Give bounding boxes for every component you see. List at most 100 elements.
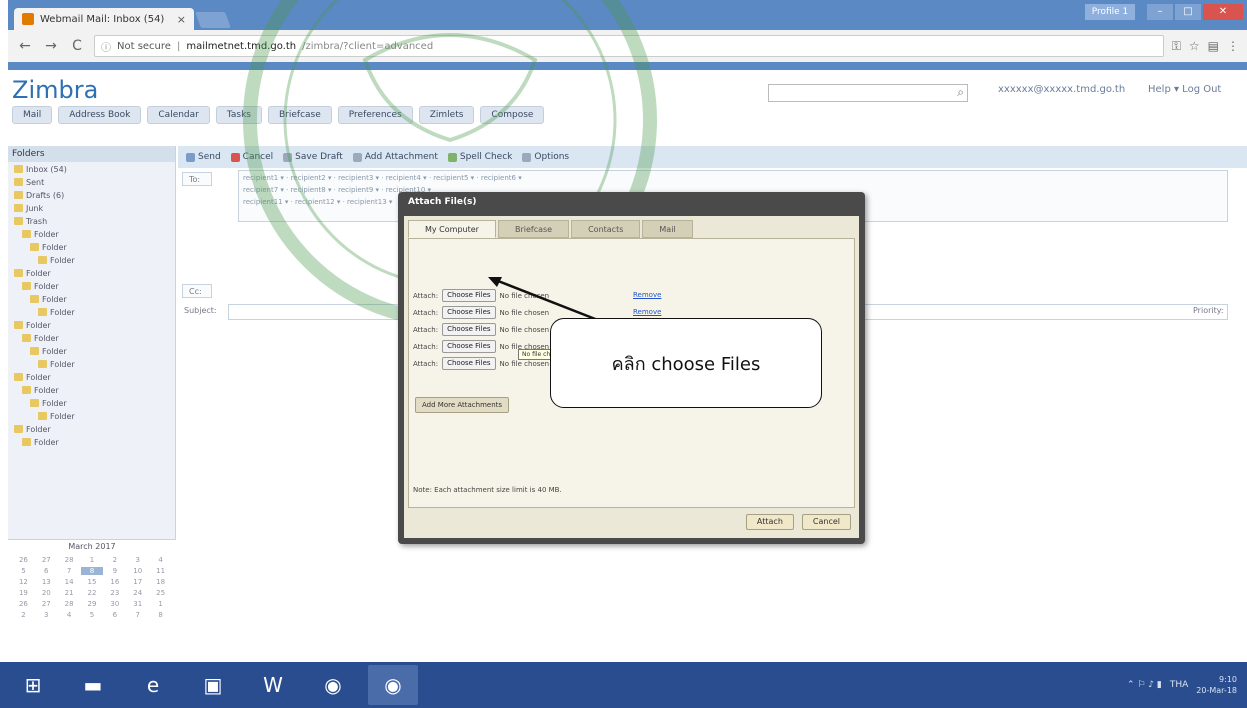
sidebar-folder[interactable]: Folder: [8, 228, 175, 240]
calendar-day[interactable]: 29: [81, 600, 104, 608]
chrome-icon[interactable]: ◉: [368, 665, 418, 705]
search-input[interactable]: ⌕: [768, 84, 968, 102]
sidebar-folder[interactable]: Folder: [8, 423, 175, 435]
calendar-day[interactable]: 5: [12, 567, 35, 575]
tab-briefcase-source[interactable]: Briefcase: [497, 220, 570, 238]
sidebar-folder[interactable]: Folder: [8, 306, 175, 318]
tray-icons[interactable]: ⌃ ⚐ ♪ ▮: [1127, 680, 1162, 690]
sidebar-folder[interactable]: Folder: [8, 332, 175, 344]
tab-close-icon[interactable]: ×: [177, 13, 186, 26]
tab-my-computer[interactable]: My Computer: [408, 220, 496, 238]
sidebar-folder[interactable]: Folder: [8, 319, 175, 331]
remove-link[interactable]: Remove: [633, 291, 661, 299]
folders-header[interactable]: Folders: [8, 146, 175, 162]
calendar-day[interactable]: 30: [103, 600, 126, 608]
forward-icon[interactable]: →: [42, 37, 60, 55]
tab-mail[interactable]: Mail: [12, 106, 53, 124]
calendar-day[interactable]: 10: [126, 567, 149, 575]
choose-files-button[interactable]: Choose Files: [442, 323, 496, 336]
tab-briefcase[interactable]: Briefcase: [268, 106, 332, 124]
calendar-day[interactable]: 18: [149, 578, 172, 586]
menu-icon[interactable]: ⋮: [1227, 39, 1239, 54]
tab-mail-source[interactable]: Mail: [642, 220, 693, 238]
remove-link[interactable]: Remove: [633, 308, 661, 316]
calendar-day[interactable]: 2: [12, 611, 35, 619]
maximize-button[interactable]: □: [1175, 4, 1201, 20]
calendar-day[interactable]: 27: [35, 600, 58, 608]
calendar-day[interactable]: 4: [149, 556, 172, 564]
sidebar-folder[interactable]: Inbox (54): [8, 163, 175, 175]
choose-files-button[interactable]: Choose Files: [442, 357, 496, 370]
add-more-attachments-button[interactable]: Add More Attachments: [415, 397, 510, 413]
save-draft-button[interactable]: Save Draft: [283, 152, 343, 162]
word-icon[interactable]: W: [248, 665, 298, 705]
zimbra-logo[interactable]: Zimbra: [12, 76, 98, 104]
sidebar-folder[interactable]: Folder: [8, 371, 175, 383]
sidebar-folder[interactable]: Folder: [8, 254, 175, 266]
send-button[interactable]: Send: [186, 152, 221, 162]
calendar-day[interactable]: 28: [58, 556, 81, 564]
add-attachment-button[interactable]: Add Attachment: [352, 152, 438, 162]
tab-zimlets[interactable]: Zimlets: [418, 106, 475, 124]
dialog-cancel-button[interactable]: Cancel: [801, 514, 851, 530]
priority-label[interactable]: Priority:: [1193, 306, 1224, 315]
back-icon[interactable]: ←: [16, 37, 34, 55]
calendar-day[interactable]: 4: [58, 611, 81, 619]
tab-calendar[interactable]: Calendar: [147, 106, 210, 124]
account-name[interactable]: xxxxxx@xxxxx.tmd.go.th: [998, 84, 1125, 95]
calendar-title[interactable]: March 2017: [8, 540, 176, 554]
calendar-day[interactable]: 2: [103, 556, 126, 564]
new-tab-button[interactable]: [195, 12, 231, 28]
calendar-day[interactable]: 26: [12, 556, 35, 564]
sidebar-folder[interactable]: Sent: [8, 176, 175, 188]
sidebar-folder[interactable]: Folder: [8, 280, 175, 292]
calendar-day[interactable]: 26: [12, 600, 35, 608]
cc-button[interactable]: Cc:: [182, 284, 212, 298]
calendar-day[interactable]: 23: [103, 589, 126, 597]
tab-preferences[interactable]: Preferences: [337, 106, 413, 124]
reload-icon[interactable]: C: [68, 37, 86, 55]
cancel-compose-button[interactable]: Cancel: [230, 152, 273, 162]
internet-explorer-icon[interactable]: e: [128, 665, 178, 705]
key-icon[interactable]: ⚿: [1172, 39, 1181, 54]
help-menu[interactable]: Help ▾ Log Out: [1148, 84, 1221, 95]
choose-files-button[interactable]: Choose Files: [442, 289, 496, 302]
start-icon[interactable]: ⊞: [8, 665, 58, 705]
sidebar-folder[interactable]: Folder: [8, 410, 175, 422]
file-explorer-icon[interactable]: ▬: [68, 665, 118, 705]
calendar-day[interactable]: 11: [149, 567, 172, 575]
calendar-day[interactable]: 24: [126, 589, 149, 597]
calendar-day[interactable]: 20: [35, 589, 58, 597]
sidebar-folder[interactable]: Junk: [8, 202, 175, 214]
sidebar-folder[interactable]: Folder: [8, 293, 175, 305]
calendar-day[interactable]: 14: [58, 578, 81, 586]
sidebar-folder[interactable]: Folder: [8, 358, 175, 370]
sidebar-folder[interactable]: Folder: [8, 345, 175, 357]
calendar-day[interactable]: 13: [35, 578, 58, 586]
options-button[interactable]: Options: [522, 152, 569, 162]
browser-tab[interactable]: Webmail Mail: Inbox (54) ×: [14, 8, 194, 30]
tab-contacts-source[interactable]: Contacts: [571, 220, 641, 238]
calendar-day[interactable]: 9: [103, 567, 126, 575]
sidebar-folder[interactable]: Drafts (6): [8, 189, 175, 201]
sidebar-folder[interactable]: Folder: [8, 397, 175, 409]
calendar-day[interactable]: 8: [80, 567, 104, 575]
close-window-button[interactable]: ✕: [1203, 4, 1243, 20]
calendar-day[interactable]: 27: [35, 556, 58, 564]
photo-icon[interactable]: ▣: [188, 665, 238, 705]
minimize-button[interactable]: –: [1147, 4, 1173, 20]
calendar-day[interactable]: 17: [126, 578, 149, 586]
calendar-day[interactable]: 21: [58, 589, 81, 597]
calendar-day[interactable]: 6: [35, 567, 58, 575]
url-input[interactable]: ⓘ Not secure | mailmetnet.tmd.go.th /zim…: [94, 35, 1164, 57]
tab-compose[interactable]: Compose: [480, 106, 545, 124]
calendar-day[interactable]: 12: [12, 578, 35, 586]
choose-files-button[interactable]: Choose Files: [442, 306, 496, 319]
calendar-day[interactable]: 25: [149, 589, 172, 597]
tab-tasks[interactable]: Tasks: [215, 106, 262, 124]
calendar-day[interactable]: 22: [81, 589, 104, 597]
calendar-day[interactable]: 6: [103, 611, 126, 619]
profile-button[interactable]: Profile 1: [1085, 4, 1135, 20]
attach-button[interactable]: Attach: [745, 514, 794, 530]
sidebar-folder[interactable]: Trash: [8, 215, 175, 227]
